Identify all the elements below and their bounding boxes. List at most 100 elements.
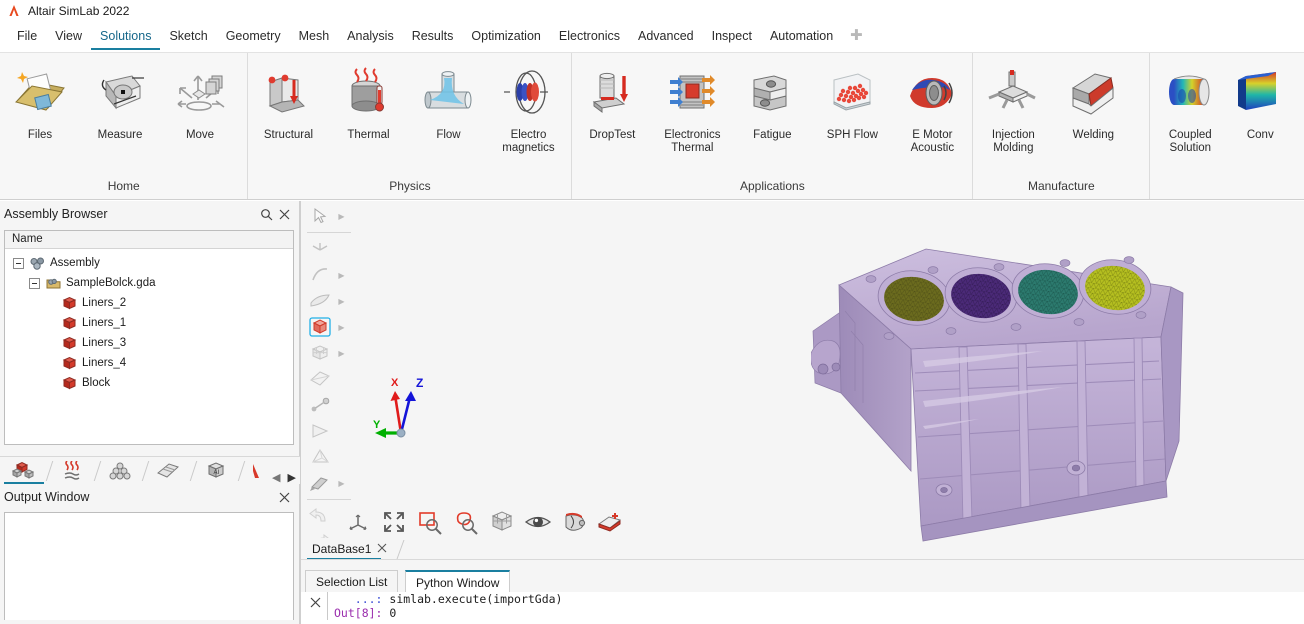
ribbon-button-electromagnetics[interactable]: Electro magnetics: [488, 57, 568, 155]
menu-item-view[interactable]: View: [46, 28, 91, 50]
ribbon-button-move[interactable]: Move: [160, 57, 240, 142]
menu-item-geometry[interactable]: Geometry: [217, 28, 290, 50]
menu-item-file[interactable]: File: [8, 28, 46, 50]
body-pick-icon[interactable]: [305, 315, 335, 339]
ribbon-button-welding[interactable]: Welding: [1053, 57, 1133, 142]
toolbar-item-select-arrow[interactable]: ▶: [305, 203, 355, 229]
visibility-eye-icon[interactable]: [523, 507, 553, 537]
section-cut-icon[interactable]: [559, 507, 589, 537]
edge-pick-icon[interactable]: [305, 263, 335, 287]
ribbon-button-structural[interactable]: Structural: [248, 57, 328, 142]
chevron-right-icon[interactable]: ▶: [336, 263, 347, 287]
menu-item-electronics[interactable]: Electronics: [550, 28, 629, 50]
tree-node-assembly[interactable]: Assembly: [5, 253, 293, 273]
menu-item-sketch[interactable]: Sketch: [160, 28, 216, 50]
chevron-right-icon[interactable]: ▶: [336, 471, 347, 495]
toolbar-item-edge-pick[interactable]: ▶: [305, 262, 355, 288]
python-console[interactable]: ...: simlab.execute(importGda) Out[8]: 0: [301, 592, 1304, 624]
ribbon-button-multiphysics-convection[interactable]: Conv: [1230, 57, 1290, 142]
toolbar-item-body-pick[interactable]: ▶: [305, 314, 355, 340]
toolbar-item-line-pick[interactable]: [305, 392, 355, 418]
ribbon-label-sph-flow: SPH Flow: [826, 129, 878, 141]
browser-tab-ai[interactable]: AI: [192, 458, 246, 484]
tree-node-block[interactable]: Block: [5, 373, 293, 393]
toolbar-item-brush-pick[interactable]: ▶: [305, 470, 355, 496]
plus-icon[interactable]: ✚: [842, 28, 871, 44]
menu-item-analysis[interactable]: Analysis: [338, 28, 403, 50]
brush-pick-icon[interactable]: [305, 471, 335, 495]
ribbon-button-emotor-acoustic[interactable]: E Motor Acoustic: [892, 57, 972, 155]
tria-pick-icon[interactable]: [305, 419, 335, 443]
chevron-right-icon[interactable]: ▶: [336, 204, 347, 228]
menu-item-automation[interactable]: Automation: [761, 28, 842, 50]
lasso-zoom-icon[interactable]: [451, 507, 481, 537]
menu-item-inspect[interactable]: Inspect: [703, 28, 761, 50]
ribbon-button-injection-molding[interactable]: Injection Molding: [973, 57, 1053, 155]
database-tab-database1[interactable]: DataBase1: [305, 538, 405, 560]
tree-node-samplebolck-gda[interactable]: SampleBolck.gda: [5, 273, 293, 293]
element-pick-icon[interactable]: [305, 341, 335, 365]
toolbar-item-node-pick[interactable]: [305, 236, 355, 262]
expander-icon[interactable]: [29, 277, 40, 289]
ribbon-button-thermal[interactable]: Thermal: [328, 57, 408, 142]
browser-tab-particles[interactable]: [96, 458, 150, 484]
close-icon[interactable]: [310, 596, 321, 611]
browser-tab-model[interactable]: [0, 458, 54, 484]
toolbar-item-tetra-pick[interactable]: [305, 444, 355, 470]
tab-selection-list[interactable]: Selection List: [305, 570, 399, 593]
add-layer-icon[interactable]: [595, 507, 625, 537]
menu-item-solutions[interactable]: Solutions: [91, 28, 161, 50]
tree-node-liners-4[interactable]: Liners_4: [5, 353, 293, 373]
ribbon-button-droptest[interactable]: DropTest: [572, 57, 652, 142]
face-pick-icon[interactable]: [305, 289, 335, 313]
toolbar-item-tria-pick[interactable]: [305, 418, 355, 444]
menu-item-mesh[interactable]: Mesh: [290, 28, 339, 50]
axis-triad-icon[interactable]: [343, 507, 373, 537]
ribbon-button-flow[interactable]: Flow: [408, 57, 488, 142]
browser-tab-thermal[interactable]: [48, 458, 102, 484]
menu-item-advanced[interactable]: Advanced: [629, 28, 703, 50]
3d-viewport[interactable]: ▶ ▶ ▶ ▶ ▶ ▶ X Z Y: [301, 201, 1304, 624]
tetra-pick-icon[interactable]: [305, 445, 335, 469]
box-zoom-icon[interactable]: [415, 507, 445, 537]
tree-node-liners-1[interactable]: Liners_1: [5, 313, 293, 333]
search-icon[interactable]: [257, 205, 275, 223]
chevron-right-icon[interactable]: ▶: [287, 471, 295, 484]
view-cube-icon[interactable]: [487, 507, 517, 537]
line-pick-icon[interactable]: [305, 393, 335, 417]
ribbon-button-fatigue[interactable]: Fatigue: [732, 57, 812, 142]
tree-node-liners-2[interactable]: Liners_2: [5, 293, 293, 313]
close-icon[interactable]: [275, 205, 293, 223]
engine-block-model[interactable]: [810, 241, 1201, 546]
close-icon[interactable]: [275, 488, 293, 506]
tree-node-liners-3[interactable]: Liners_3: [5, 333, 293, 353]
select-arrow-icon[interactable]: [305, 204, 335, 228]
ribbon-button-electronics-thermal[interactable]: Electronics Thermal: [652, 57, 732, 155]
toolbar-item-face-pick[interactable]: ▶: [305, 288, 355, 314]
chevron-right-icon[interactable]: ▶: [336, 315, 347, 339]
browser-tab-layers[interactable]: [144, 458, 198, 484]
menu-item-results[interactable]: Results: [403, 28, 463, 50]
toolbar-item-shell-pick[interactable]: [305, 366, 355, 392]
menu-item-optimization[interactable]: Optimization: [462, 28, 549, 50]
welding-icon: [1064, 63, 1122, 125]
chevron-right-icon[interactable]: ▶: [336, 289, 347, 313]
shell-pick-icon[interactable]: [305, 367, 335, 391]
ribbon-button-sph-flow[interactable]: SPH Flow: [812, 57, 892, 142]
toolbar-item-element-pick[interactable]: ▶: [305, 340, 355, 366]
ribbon-group-title-manufacture: Manufacture: [1027, 179, 1095, 193]
node-pick-icon[interactable]: [305, 237, 335, 261]
expander-icon[interactable]: [13, 257, 24, 269]
undo-icon[interactable]: [305, 504, 335, 528]
ribbon-button-files[interactable]: Files: [0, 57, 80, 142]
ribbon-button-measure[interactable]: Measure: [80, 57, 160, 142]
close-icon[interactable]: [377, 542, 387, 556]
tab-python-window[interactable]: Python Window: [405, 570, 511, 593]
ribbon-button-coupled-solution[interactable]: Coupled Solution: [1150, 57, 1230, 155]
console-prompt: Out[8]:: [334, 606, 383, 620]
browser-tab-altair[interactable]: [240, 458, 266, 484]
chevron-left-icon[interactable]: ◀: [272, 471, 280, 484]
output-window-content[interactable]: [4, 512, 294, 620]
fit-view-icon[interactable]: [379, 507, 409, 537]
chevron-right-icon[interactable]: ▶: [336, 341, 347, 365]
